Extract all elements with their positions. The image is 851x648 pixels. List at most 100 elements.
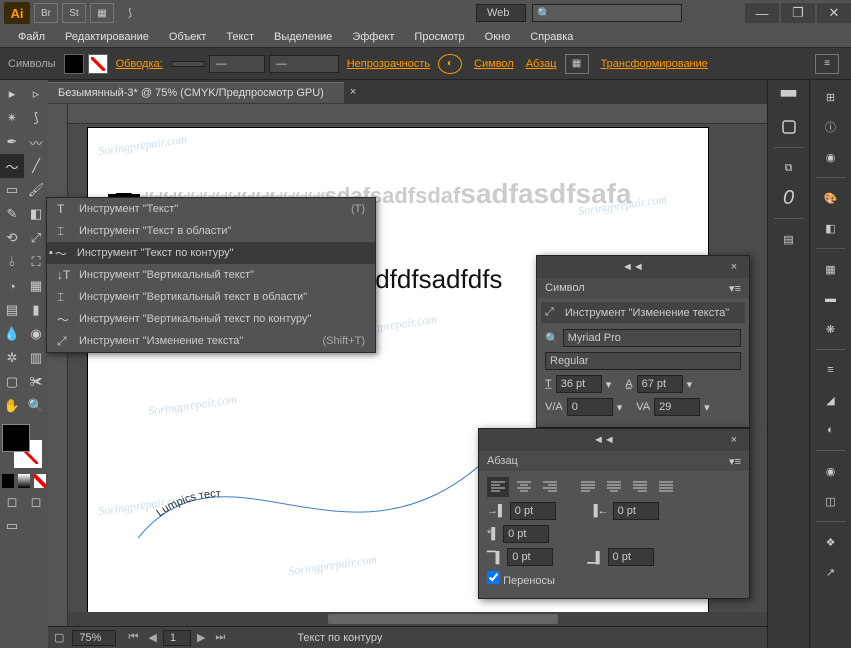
fill-swatch[interactable]	[64, 54, 84, 74]
draw-normal-icon[interactable]: ◻	[0, 490, 24, 514]
artboards-icon[interactable]: ⊞	[816, 84, 846, 110]
zoom-select[interactable]: 75%	[72, 630, 116, 646]
character-tab[interactable]: Символ	[545, 282, 585, 294]
color-mode-icon[interactable]	[2, 474, 14, 488]
paragraph-tab[interactable]: Абзац	[487, 455, 518, 467]
gpu-icon[interactable]: ⟆	[118, 3, 142, 23]
selection-tool[interactable]: ▸	[0, 82, 24, 106]
draw-behind-icon[interactable]: ◻	[24, 490, 48, 514]
nav-last-icon[interactable]: ⏭	[211, 631, 229, 644]
links-icon[interactable]: ⧉	[774, 155, 804, 181]
tracking-input[interactable]: 29	[654, 398, 700, 416]
magic-wand-tool[interactable]: ✴	[0, 106, 24, 130]
swatches-icon[interactable]: ▦	[816, 256, 846, 282]
recolor-icon[interactable]: ◐	[438, 54, 462, 74]
fill-indicator[interactable]	[2, 424, 30, 452]
ctx-path-type-tool[interactable]: ▪〜Инструмент "Текст по контуру"	[47, 242, 375, 264]
type-panel-icon[interactable]: 0	[774, 185, 804, 211]
maximize-button[interactable]: ❐	[781, 3, 815, 23]
paragraph-link[interactable]: Абзац	[522, 58, 561, 70]
ctx-area-type-tool[interactable]: ⌶Инструмент "Текст в области"	[47, 220, 375, 242]
brush-select[interactable]: —	[269, 55, 339, 73]
kerning-input[interactable]: 0	[567, 398, 613, 416]
menu-view[interactable]: Просмотр	[404, 28, 474, 46]
lasso-tool[interactable]: ⟆	[24, 106, 48, 130]
nav-next-icon[interactable]: ▶	[193, 631, 209, 644]
font-size-input[interactable]: 36 pt	[556, 375, 602, 393]
align-center-button[interactable]	[513, 477, 535, 497]
libraries-icon[interactable]	[774, 114, 804, 140]
justify-left-button[interactable]	[577, 477, 599, 497]
layers-icon[interactable]: ❖	[816, 529, 846, 555]
menu-edit[interactable]: Редактирование	[55, 28, 159, 46]
space-after-input[interactable]: 0 pt	[608, 548, 654, 566]
slice-tool[interactable]: ✀	[24, 370, 48, 394]
artboard-tool[interactable]: ▢	[0, 370, 24, 394]
eyedropper-tool[interactable]: 💧	[0, 322, 24, 346]
search-input[interactable]: 🔍	[532, 4, 682, 22]
panel-menu-icon[interactable]: ▾≡	[729, 282, 741, 295]
color-guide-icon[interactable]: ◧	[816, 215, 846, 241]
rotate-tool[interactable]: ⟲	[0, 226, 24, 250]
menu-select[interactable]: Выделение	[264, 28, 342, 46]
stroke-profile-select[interactable]: —	[209, 55, 265, 73]
type-tool[interactable]: 〜	[0, 154, 24, 178]
panel-close-icon[interactable]: ×	[727, 434, 741, 446]
menu-type[interactable]: Текст	[216, 28, 264, 46]
hand-tool[interactable]: ✋	[0, 394, 24, 418]
info-icon[interactable]: ⓘ	[816, 114, 846, 140]
menu-effect[interactable]: Эффект	[342, 28, 404, 46]
gradient-tool[interactable]: ▮	[24, 298, 48, 322]
mesh-tool[interactable]: ▤	[0, 298, 24, 322]
close-button[interactable]: ✕	[817, 3, 851, 23]
doc-tab-active[interactable]: Безымянный-3* @ 75% (CMYK/Предпросмотр G…	[48, 82, 344, 103]
stepper-icon[interactable]: ▾	[617, 401, 623, 414]
indent-right-input[interactable]: 0 pt	[613, 502, 659, 520]
minimize-button[interactable]: —	[745, 3, 779, 23]
width-tool[interactable]: ⫰	[0, 250, 24, 274]
justify-all-button[interactable]	[655, 477, 677, 497]
nav-prev-icon[interactable]: ◀	[144, 631, 160, 644]
scale-tool[interactable]: ⤢	[24, 226, 48, 250]
tab-close-icon[interactable]: ×	[344, 86, 362, 98]
asset-export-icon[interactable]: ↗	[816, 559, 846, 585]
justify-right-button[interactable]	[629, 477, 651, 497]
free-transform-tool[interactable]: ⛶	[24, 250, 48, 274]
indent-left-input[interactable]: 0 pt	[510, 502, 556, 520]
symbols-icon[interactable]: ❋	[816, 316, 846, 342]
character-panel-header[interactable]: ◄◄ ×	[537, 256, 749, 278]
ctx-vertical-area-type-tool[interactable]: ⌶Инструмент "Вертикальный текст в област…	[47, 286, 375, 308]
align-right-button[interactable]	[539, 477, 561, 497]
panel-close-icon[interactable]: ×	[727, 261, 741, 273]
menu-file[interactable]: Файл	[8, 28, 55, 46]
ctx-touch-type-tool[interactable]: ⤢Инструмент "Изменение текста"(Shift+T)	[47, 330, 375, 352]
fill-stroke-control[interactable]	[0, 424, 44, 468]
panel-menu-icon[interactable]: ≡	[815, 54, 839, 74]
arrange-docs-icon[interactable]: ▦	[90, 3, 114, 23]
ctx-vertical-path-type-tool[interactable]: 〜Инструмент "Вертикальный текст по конту…	[47, 308, 375, 330]
pen-tool[interactable]: ✒	[0, 130, 24, 154]
stroke-weight-select[interactable]	[171, 61, 205, 67]
align-left-button[interactable]	[487, 477, 509, 497]
panel-menu-icon[interactable]: ▾≡	[729, 455, 741, 468]
brushes-icon[interactable]: ▬	[816, 286, 846, 312]
transform-link[interactable]: Трансформирование	[597, 58, 712, 70]
gradient-mode-icon[interactable]	[18, 474, 30, 488]
menu-object[interactable]: Объект	[159, 28, 216, 46]
shape-builder-tool[interactable]: ◔	[0, 274, 24, 298]
graph-tool[interactable]: ▥	[24, 346, 48, 370]
stroke-link[interactable]: Обводка:	[112, 58, 167, 70]
eraser-tool[interactable]: ◧	[24, 202, 48, 226]
stepper-icon[interactable]: ▾	[704, 401, 710, 414]
gradient-panel-icon[interactable]: ◢	[816, 387, 846, 413]
touch-type-link[interactable]: Инструмент "Изменение текста"	[565, 307, 729, 319]
ctx-type-tool[interactable]: TИнструмент "Текст"(T)	[47, 198, 375, 220]
paintbrush-tool[interactable]: 🖌	[24, 178, 48, 202]
color-icon[interactable]: 🎨	[816, 185, 846, 211]
align-icon[interactable]: ▦	[565, 54, 589, 74]
line-tool[interactable]: ╱	[24, 154, 48, 178]
menu-help[interactable]: Справка	[520, 28, 583, 46]
properties-icon[interactable]: ▀▀	[774, 84, 804, 110]
new-artboard-icon[interactable]: ▢	[54, 631, 64, 644]
stock-icon[interactable]: St	[62, 3, 86, 23]
